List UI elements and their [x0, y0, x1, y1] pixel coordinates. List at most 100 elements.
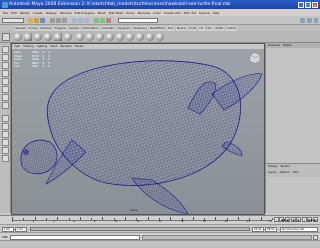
select-by-hierarchy-icon[interactable] — [50, 18, 55, 23]
step-back-frame-icon[interactable]: ◀| — [285, 217, 291, 222]
layer-menu-help[interactable]: Help — [293, 171, 299, 174]
extrude-icon[interactable] — [96, 33, 104, 41]
shelf-tab-fur[interactable]: Fur — [198, 25, 205, 31]
layout-hypershade-icon[interactable] — [2, 155, 9, 162]
menu-modify[interactable]: Modify — [20, 11, 30, 15]
maximize-icon[interactable]: □ — [305, 1, 311, 8]
menu-edit[interactable]: Edit — [11, 11, 17, 15]
open-scene-icon[interactable] — [34, 18, 39, 23]
save-scene-icon[interactable] — [40, 18, 45, 23]
shelf-tab-subdivs[interactable]: Subdivs — [68, 25, 81, 31]
menu-file[interactable]: File — [3, 11, 8, 15]
shelf-tab-polygons[interactable]: Polygons — [53, 25, 68, 31]
menu-color[interactable]: Color — [153, 11, 161, 15]
channel-tab-channels[interactable]: Channels — [268, 44, 280, 47]
shelf-tab-custom[interactable]: Custom — [225, 25, 238, 31]
menu-edit-polygons[interactable]: Edit Polygons — [75, 11, 95, 15]
shelf-tab-animation[interactable]: Animation — [100, 25, 116, 31]
poly-cylinder-icon[interactable] — [34, 33, 42, 41]
menu-edit-uvs[interactable]: Edit UVs — [184, 11, 197, 15]
menu-window[interactable]: Window — [60, 11, 72, 15]
snap-grid-icon[interactable] — [72, 18, 77, 23]
poly-torus-icon[interactable] — [64, 33, 72, 41]
layout-four-icon[interactable] — [2, 123, 9, 130]
shelf-tab-hair[interactable]: Hair — [205, 25, 213, 31]
layer-menu-layers[interactable]: Layers — [268, 171, 277, 174]
lasso-tool-icon[interactable] — [2, 54, 9, 61]
fill-hole-icon[interactable] — [156, 33, 164, 41]
playback-end-field[interactable]: 24.00 — [252, 226, 264, 232]
command-input[interactable] — [10, 234, 140, 240]
shelf-tab-deformation[interactable]: Deformation — [81, 25, 100, 31]
select-by-object-icon[interactable] — [56, 18, 61, 23]
shelf-tab-toon[interactable]: Toon — [166, 25, 175, 31]
layout-persp-outliner-icon[interactable] — [2, 139, 9, 146]
smooth-icon[interactable] — [126, 33, 134, 41]
range-slider-bar[interactable] — [30, 227, 250, 231]
close-icon[interactable]: × — [312, 1, 318, 8]
select-tool-icon[interactable] — [2, 46, 9, 53]
poly-sphere-icon[interactable] — [14, 33, 22, 41]
playback-start-field[interactable]: 1.00 — [15, 226, 27, 232]
command-language-label[interactable]: MEL — [2, 235, 8, 239]
combine-icon[interactable] — [76, 33, 84, 41]
menu-normals[interactable]: Normals — [138, 11, 150, 15]
layer-menu-options[interactable]: Options — [280, 171, 290, 174]
last-tool-icon[interactable] — [2, 102, 9, 109]
shelf-tab-fluids[interactable]: Fluids — [187, 25, 198, 31]
shelf-tab-dynamics[interactable]: Dynamics — [116, 25, 132, 31]
input-line-field[interactable] — [118, 18, 158, 23]
play-forward-icon[interactable]: ▶ — [296, 217, 302, 222]
menu-create[interactable]: Create — [33, 11, 43, 15]
poly-plane-icon[interactable] — [54, 33, 62, 41]
menu-muscle[interactable]: Muscle — [199, 11, 209, 15]
poly-cube-icon[interactable] — [24, 33, 32, 41]
shelf-tab-curves[interactable]: Curves — [27, 25, 39, 31]
new-scene-icon[interactable] — [28, 18, 33, 23]
menu-edit-mesh[interactable]: Edit Mesh — [109, 11, 124, 15]
step-forward-key-icon[interactable]: ▶▶ — [307, 217, 313, 222]
shelf-tab-surfaces[interactable]: Surfaces — [39, 25, 53, 31]
go-to-end-icon[interactable]: ▶| — [313, 217, 318, 222]
step-forward-frame-icon[interactable]: |▶ — [301, 217, 307, 227]
poly-cone-icon[interactable] — [44, 33, 52, 41]
mirror-icon[interactable] — [146, 33, 154, 41]
time-slider[interactable]: 124681012141618202224 |◀◀◀◀|◀▶|▶▶▶▶| — [0, 215, 320, 227]
shelf-tab-general[interactable]: General — [14, 25, 27, 31]
show-tool-settings-icon[interactable] — [314, 18, 318, 23]
menu-display[interactable]: Display — [46, 11, 57, 15]
show-channel-box-icon[interactable] — [307, 18, 312, 23]
perspective-viewport[interactable]: View Shading Lighting Show Renderer Panels Ve… — [11, 43, 265, 215]
render-settings-icon[interactable] — [106, 18, 111, 23]
script-editor-icon[interactable] — [313, 234, 318, 240]
menu-proxy[interactable]: Proxy — [126, 11, 134, 15]
split-polygon-icon[interactable] — [116, 33, 124, 41]
minimize-icon[interactable]: _ — [298, 1, 304, 8]
layer-tab-display[interactable]: Display — [268, 165, 278, 168]
select-by-component-icon[interactable] — [62, 18, 67, 23]
scale-tool-icon[interactable] — [2, 86, 9, 93]
show-attribute-editor-icon[interactable] — [300, 18, 305, 23]
snap-point-icon[interactable] — [84, 18, 89, 23]
layout-graph-icon[interactable] — [2, 147, 9, 154]
move-tool-icon[interactable] — [2, 70, 9, 77]
snap-curve-icon[interactable] — [78, 18, 83, 23]
end-time-field[interactable]: 48.00 — [265, 226, 277, 232]
turtle-wireframe[interactable] — [12, 44, 265, 215]
channel-tab-object[interactable]: Object — [283, 44, 291, 47]
shelf-tab-rendering[interactable]: Rendering — [132, 25, 148, 31]
layer-tab-render[interactable]: Render — [281, 165, 290, 168]
step-back-key-icon[interactable]: ◀◀ — [279, 217, 285, 222]
menu-create-uvs[interactable]: Create UVs — [164, 11, 181, 15]
manipulator-tool-icon[interactable] — [2, 94, 9, 101]
menu-mesh[interactable]: Mesh — [98, 11, 106, 15]
rotate-tool-icon[interactable] — [2, 78, 9, 85]
go-to-start-icon[interactable]: |◀ — [273, 217, 279, 227]
shelf-tab-muscle[interactable]: Muscle — [175, 25, 187, 31]
menu-help[interactable]: Help — [213, 11, 220, 15]
paint-select-tool-icon[interactable] — [2, 62, 9, 69]
merge-icon[interactable] — [136, 33, 144, 41]
start-time-field[interactable]: 1.00 — [2, 226, 14, 232]
separate-icon[interactable] — [86, 33, 94, 41]
play-back-icon[interactable]: ◀ — [290, 217, 296, 222]
